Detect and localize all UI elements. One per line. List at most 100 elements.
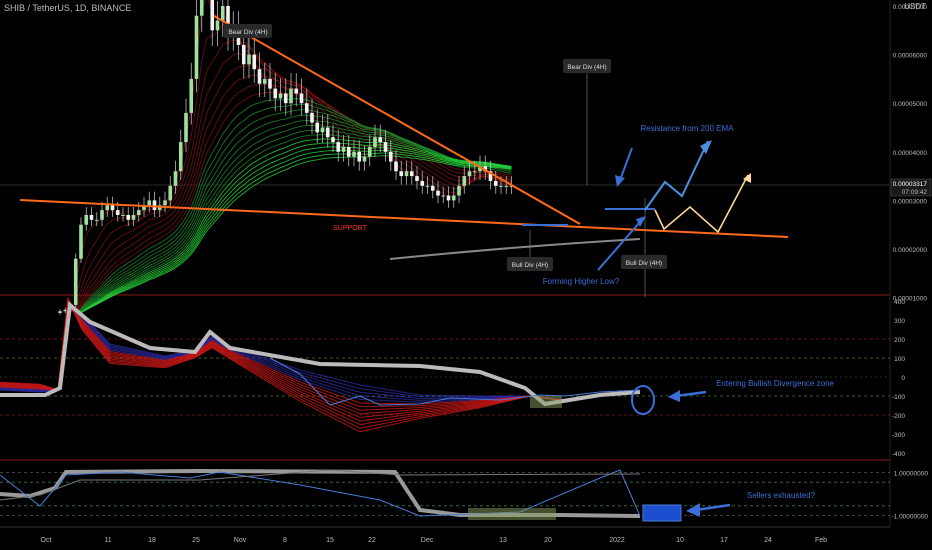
ema-ribbon-line bbox=[75, 152, 512, 316]
candle-body bbox=[425, 185, 430, 187]
ema-200-line bbox=[389, 238, 641, 260]
candle-body bbox=[388, 151, 393, 162]
candle-body bbox=[415, 176, 419, 181]
candle-body bbox=[504, 185, 509, 187]
symbol-title: SHIB / TetherUS, 1D, BINANCE bbox=[4, 3, 132, 13]
candle-body bbox=[194, 15, 199, 79]
candle-body bbox=[220, 6, 225, 21]
osc1-tick-label: 100 bbox=[894, 356, 905, 363]
candle-body bbox=[136, 210, 141, 215]
higher-low-label: Forming Higher Low? bbox=[543, 277, 620, 286]
candle-body bbox=[289, 88, 293, 104]
ema-ribbon-line bbox=[75, 114, 512, 317]
candle-body bbox=[89, 214, 94, 220]
candle-body bbox=[283, 93, 288, 104]
candle-body bbox=[446, 195, 451, 201]
bullish-projection-orange bbox=[654, 174, 749, 234]
candle-body bbox=[294, 88, 299, 94]
candle-body bbox=[436, 190, 440, 196]
candle-body bbox=[341, 146, 346, 152]
candle-body bbox=[210, 0, 215, 31]
support-label: SUPPORT bbox=[333, 225, 367, 232]
quote-unit: USDT bbox=[904, 2, 926, 11]
osc1-tick-label: 0 bbox=[901, 375, 905, 382]
candle-body bbox=[247, 54, 251, 65]
candle-body bbox=[336, 142, 341, 152]
price-tick-label: 0.00005000 bbox=[893, 101, 928, 108]
chart-canvas[interactable]: 0.000090000.000080000.000070000.00006000… bbox=[0, 0, 932, 550]
candle-body bbox=[304, 103, 309, 113]
osc1-ribbon-line bbox=[0, 305, 641, 403]
time-tick-label: 11 bbox=[104, 537, 111, 544]
time-tick-label: 22 bbox=[368, 537, 376, 544]
chart-screen: 0.000090000.000080000.000070000.00006000… bbox=[0, 0, 932, 550]
bear-div-label-1: Bear Div (4H) bbox=[228, 29, 267, 36]
candle-body bbox=[457, 185, 461, 196]
candle-body bbox=[346, 146, 351, 157]
candle-body bbox=[184, 112, 188, 143]
ema-ribbon-line bbox=[75, 119, 512, 317]
bullish-zone-label: Entering Bullish Divergence zone bbox=[716, 379, 834, 388]
candle-body bbox=[268, 78, 272, 89]
candle-body bbox=[168, 185, 173, 201]
candle-body bbox=[262, 78, 267, 84]
ema-ribbon-line bbox=[75, 149, 512, 317]
osc2-tick-label: -1.00000000 bbox=[891, 514, 928, 521]
candle-body bbox=[73, 258, 78, 305]
time-tick-label: 18 bbox=[148, 537, 156, 544]
osc1-ribbon-line bbox=[0, 304, 641, 405]
price-tick-label: 0.00006000 bbox=[893, 53, 928, 60]
price-tick-label: 0.00004000 bbox=[893, 150, 928, 157]
ema-ribbon-line bbox=[75, 64, 512, 312]
bullish-zone-arrow bbox=[675, 390, 707, 398]
candle-body bbox=[199, 0, 204, 16]
candle-body bbox=[325, 127, 330, 138]
candle-body bbox=[147, 200, 152, 206]
osc1-tick-label: -200 bbox=[892, 413, 905, 420]
candle-body bbox=[378, 137, 383, 143]
candle-body bbox=[373, 137, 377, 147]
bullish-zone-circle bbox=[631, 385, 655, 415]
candle-body bbox=[115, 210, 120, 215]
candle-body bbox=[163, 200, 167, 206]
candle-body bbox=[462, 176, 467, 186]
osc1-tick-label: 300 bbox=[894, 318, 905, 325]
time-tick-label: 10 bbox=[676, 537, 684, 544]
bull-div-label-1: Bull Div (4H) bbox=[512, 262, 548, 269]
candle-body bbox=[273, 88, 278, 99]
candle-body bbox=[58, 311, 62, 313]
candle-body bbox=[173, 171, 178, 186]
osc1-zone-box bbox=[530, 396, 562, 408]
resistance-label: Resistance from 200 EMA bbox=[641, 124, 735, 133]
ema-ribbon-line bbox=[75, 155, 512, 316]
candle-body bbox=[215, 20, 220, 31]
resistance-arrow bbox=[619, 147, 633, 181]
candle-body bbox=[84, 214, 89, 225]
candle-body bbox=[467, 171, 472, 177]
time-tick-label: 17 bbox=[720, 537, 728, 544]
osc2-slow-line bbox=[0, 469, 641, 501]
candle-body bbox=[493, 180, 498, 186]
candle-body bbox=[100, 210, 104, 220]
ema-ribbon-line bbox=[75, 138, 512, 317]
time-tick-label: Nov bbox=[234, 537, 247, 544]
ema-ribbon-line bbox=[75, 0, 512, 285]
ema-ribbon-line bbox=[75, 142, 512, 317]
time-tick-label: Oct bbox=[41, 537, 52, 544]
candle-body bbox=[79, 224, 83, 259]
candle-body bbox=[315, 122, 320, 133]
osc2-zone-box bbox=[468, 508, 556, 520]
sellers-arrowhead bbox=[686, 503, 700, 517]
current-price-label: 0.00003317 bbox=[893, 181, 928, 188]
candle-body bbox=[394, 161, 398, 172]
candle-body bbox=[252, 54, 257, 70]
time-tick-label: 20 bbox=[544, 537, 552, 544]
bullish-projection-blue bbox=[644, 140, 709, 211]
candle-body bbox=[152, 200, 157, 211]
candle-body bbox=[121, 214, 125, 216]
osc1-tick-label: 400 bbox=[894, 299, 905, 306]
time-tick-label: 25 bbox=[192, 537, 200, 544]
candle-body bbox=[430, 185, 435, 191]
candle-body bbox=[367, 146, 372, 157]
price-tick-label: 0.00003000 bbox=[893, 198, 928, 205]
